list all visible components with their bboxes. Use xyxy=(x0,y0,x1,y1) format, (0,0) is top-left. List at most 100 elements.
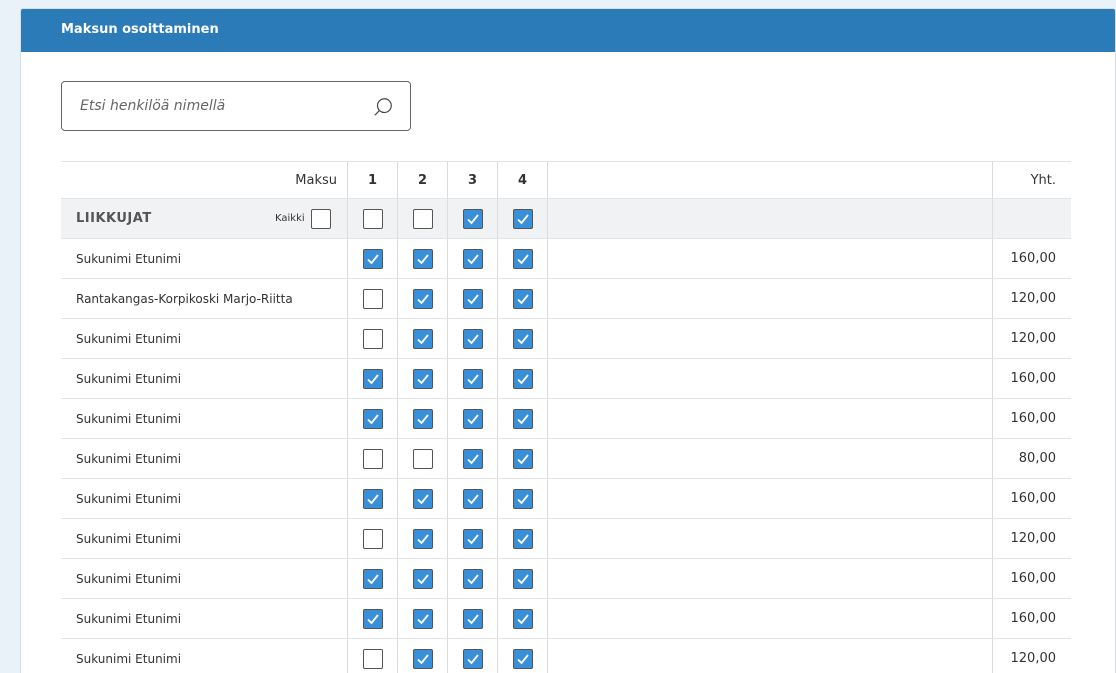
row-total: 120,00 xyxy=(992,319,1071,358)
payment-3-checkbox[interactable] xyxy=(462,488,483,509)
payment-4-checkbox[interactable] xyxy=(512,608,533,629)
payment-1-checkbox[interactable] xyxy=(362,448,383,469)
payment-2-checkbox[interactable] xyxy=(412,328,433,349)
payment-4-checkbox[interactable] xyxy=(512,248,533,269)
checkmark-icon xyxy=(516,493,529,504)
checkmark-icon xyxy=(366,573,379,584)
table-row: Sukunimi Etunimi 160,00 xyxy=(61,599,1071,639)
payment-2-checkbox[interactable] xyxy=(412,488,433,509)
checkmark-icon xyxy=(466,573,479,584)
search-icon[interactable] xyxy=(372,96,394,118)
payment-2-checkbox[interactable] xyxy=(412,368,433,389)
row-total: 160,00 xyxy=(992,599,1071,638)
payment-2-checkbox[interactable] xyxy=(412,448,433,469)
checkmark-icon xyxy=(366,413,379,424)
checkmark-icon xyxy=(516,413,529,424)
payment-3-checkbox[interactable] xyxy=(462,448,483,469)
row-total: 160,00 xyxy=(992,239,1071,278)
person-name: Sukunimi Etunimi xyxy=(76,411,182,426)
payment-1-checkbox[interactable] xyxy=(362,408,383,429)
checkmark-icon xyxy=(516,453,529,464)
payment-table: Maksu 1 2 3 4 Yht. LIIKKUJAT Kaikki Suku… xyxy=(61,161,1071,673)
checkmark-icon xyxy=(516,253,529,264)
payment-panel: Maksun osoittaminen Maksu 1 2 3 4 Yht. L… xyxy=(20,8,1116,673)
person-name: Sukunimi Etunimi xyxy=(76,331,182,346)
group-payment-1-checkbox[interactable] xyxy=(362,208,383,229)
payment-4-checkbox[interactable] xyxy=(512,568,533,589)
payment-1-checkbox[interactable] xyxy=(362,328,383,349)
checkmark-icon xyxy=(466,613,479,624)
payment-1-checkbox[interactable] xyxy=(362,528,383,549)
payment-4-checkbox[interactable] xyxy=(512,368,533,389)
person-name: Sukunimi Etunimi xyxy=(76,571,182,586)
group-payment-4-checkbox[interactable] xyxy=(512,208,533,229)
person-name: Rantakangas-Korpikoski Marjo-Riitta xyxy=(76,291,293,306)
payment-2-checkbox[interactable] xyxy=(412,408,433,429)
table-row: Sukunimi Etunimi 160,00 xyxy=(61,399,1071,439)
payment-2-checkbox[interactable] xyxy=(412,528,433,549)
payment-3-checkbox[interactable] xyxy=(462,288,483,309)
checkmark-icon xyxy=(516,293,529,304)
payment-3-checkbox[interactable] xyxy=(462,408,483,429)
payment-column-2: 2 xyxy=(397,162,447,198)
payment-1-checkbox[interactable] xyxy=(362,648,383,669)
payment-4-checkbox[interactable] xyxy=(512,488,533,509)
person-name: Sukunimi Etunimi xyxy=(76,251,182,266)
select-all-checkbox[interactable] xyxy=(310,208,331,229)
checkmark-icon xyxy=(516,573,529,584)
search-box[interactable] xyxy=(61,81,411,131)
table-row: Sukunimi Etunimi 160,00 xyxy=(61,239,1071,279)
payment-4-checkbox[interactable] xyxy=(512,288,533,309)
checkmark-icon xyxy=(366,613,379,624)
group-payment-3-checkbox[interactable] xyxy=(462,208,483,229)
group-payment-2-checkbox[interactable] xyxy=(412,208,433,229)
payment-column-1: 1 xyxy=(347,162,397,198)
checkmark-icon xyxy=(466,653,479,664)
checkmark-icon xyxy=(466,213,479,224)
payment-1-checkbox[interactable] xyxy=(362,368,383,389)
payment-2-checkbox[interactable] xyxy=(412,568,433,589)
payment-4-checkbox[interactable] xyxy=(512,448,533,469)
payment-3-checkbox[interactable] xyxy=(462,528,483,549)
checkmark-icon xyxy=(466,333,479,344)
payment-3-checkbox[interactable] xyxy=(462,608,483,629)
row-total: 160,00 xyxy=(992,399,1071,438)
payment-4-checkbox[interactable] xyxy=(512,328,533,349)
person-name: Sukunimi Etunimi xyxy=(76,491,182,506)
group-row: LIIKKUJAT Kaikki xyxy=(61,199,1071,239)
checkmark-icon xyxy=(516,613,529,624)
checkmark-icon xyxy=(466,453,479,464)
checkmark-icon xyxy=(466,493,479,504)
checkmark-icon xyxy=(466,293,479,304)
search-input[interactable] xyxy=(80,82,370,130)
panel-title: Maksun osoittaminen xyxy=(21,9,1115,52)
payment-4-checkbox[interactable] xyxy=(512,408,533,429)
table-row: Sukunimi Etunimi 160,00 xyxy=(61,559,1071,599)
table-row: Sukunimi Etunimi 160,00 xyxy=(61,479,1071,519)
row-total: 160,00 xyxy=(992,359,1071,398)
payment-1-checkbox[interactable] xyxy=(362,568,383,589)
payment-3-checkbox[interactable] xyxy=(462,648,483,669)
person-name: Sukunimi Etunimi xyxy=(76,371,182,386)
payment-1-checkbox[interactable] xyxy=(362,608,383,629)
payment-4-checkbox[interactable] xyxy=(512,528,533,549)
checkmark-icon xyxy=(416,573,429,584)
payment-2-checkbox[interactable] xyxy=(412,608,433,629)
payment-4-checkbox[interactable] xyxy=(512,648,533,669)
payment-3-checkbox[interactable] xyxy=(462,328,483,349)
person-name: Sukunimi Etunimi xyxy=(76,651,182,666)
payment-2-checkbox[interactable] xyxy=(412,288,433,309)
payment-3-checkbox[interactable] xyxy=(462,248,483,269)
payment-3-checkbox[interactable] xyxy=(462,368,483,389)
payment-3-checkbox[interactable] xyxy=(462,568,483,589)
payment-column-4: 4 xyxy=(497,162,547,198)
checkmark-icon xyxy=(466,253,479,264)
payment-1-checkbox[interactable] xyxy=(362,248,383,269)
checkmark-icon xyxy=(416,533,429,544)
table-row: Sukunimi Etunimi 120,00 xyxy=(61,519,1071,559)
spacer-column xyxy=(547,162,993,198)
payment-1-checkbox[interactable] xyxy=(362,288,383,309)
payment-2-checkbox[interactable] xyxy=(412,248,433,269)
payment-2-checkbox[interactable] xyxy=(412,648,433,669)
payment-1-checkbox[interactable] xyxy=(362,488,383,509)
